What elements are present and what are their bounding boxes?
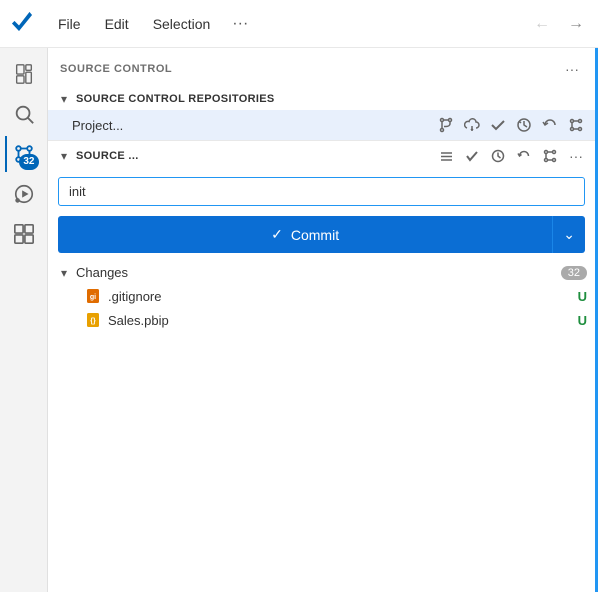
explorer-icon[interactable] [6,56,42,92]
svg-text:{}: {} [90,318,96,325]
commit-button-label: Commit [291,227,339,243]
extensions-activity-icon[interactable] [6,216,42,252]
run-activity-icon[interactable] [6,176,42,212]
commit-message-input[interactable] [58,177,585,206]
refresh-icon[interactable] [539,114,561,136]
changes-label: Changes [76,265,557,280]
commit-checkmark-icon: ✓ [271,226,283,243]
vscode-logo [8,8,40,40]
source-section-label: SOURCE ... [76,150,431,162]
source-history-icon[interactable] [487,145,509,167]
forward-button[interactable]: → [562,10,590,38]
check-icon[interactable] [487,114,509,136]
activity-bar: 32 [0,48,48,592]
menu-selection[interactable]: Selection [143,12,221,36]
salespbip-filename: Sales.pbip [108,313,572,328]
commit-dropdown-button[interactable]: ⌄ [552,216,585,253]
history-icon[interactable] [513,114,535,136]
source-control-panel: SOURCE CONTROL ··· ▾ SOURCE CONTROL REPO… [48,48,598,592]
gitignore-file-icon: gi [84,287,102,305]
source-more-icon[interactable]: ··· [565,145,587,167]
changes-count-badge: 32 [561,266,587,280]
changes-chevron-icon: ▾ [56,266,72,280]
file-item-salespbip[interactable]: {} Sales.pbip U [48,308,595,332]
source-control-badge: 32 [19,154,38,170]
graph-icon[interactable] [565,114,587,136]
search-activity-icon[interactable] [6,96,42,132]
gitignore-filename: .gitignore [108,289,572,304]
source-control-activity-icon[interactable]: 32 [5,136,41,172]
repo-row: Project... [48,110,595,140]
branch-icon[interactable] [435,114,457,136]
gitignore-status: U [578,289,587,304]
repositories-label: SOURCE CONTROL REPOSITORIES [76,93,587,105]
repo-name: Project... [72,118,429,133]
menu-edit[interactable]: Edit [95,12,139,36]
commit-button[interactable]: ✓ Commit [58,216,552,253]
source-chevron-icon: ▾ [56,149,72,163]
repo-actions [435,114,587,136]
panel-more-button[interactable]: ··· [561,58,583,80]
svg-text:gi: gi [90,294,96,301]
pbip-file-icon: {} [84,311,102,329]
repos-chevron-icon: ▾ [56,92,72,106]
source-check-icon[interactable] [461,145,483,167]
source-refresh-icon[interactable] [513,145,535,167]
menu-more[interactable]: ··· [224,11,256,37]
commit-input-area [48,171,595,212]
titlebar: File Edit Selection ··· ← → [0,0,598,48]
changes-section-header[interactable]: ▾ Changes 32 [48,261,595,284]
source-graph-icon[interactable] [539,145,561,167]
main-area: 32 SOURCE CONTROL ··· [0,48,598,592]
repositories-section-header[interactable]: ▾ SOURCE CONTROL REPOSITORIES [48,88,595,110]
source-list-icon[interactable] [435,145,457,167]
file-item-gitignore[interactable]: gi .gitignore U [48,284,595,308]
commit-button-row: ✓ Commit ⌄ [48,212,595,261]
titlebar-right: ← → [528,10,590,38]
menu-file[interactable]: File [48,12,91,36]
back-button[interactable]: ← [528,10,556,38]
panel-title: SOURCE CONTROL [60,63,553,75]
salespbip-status: U [578,313,587,328]
panel-header: SOURCE CONTROL ··· [48,48,595,88]
cloud-icon[interactable] [461,114,483,136]
source-section-header[interactable]: ▾ SOURCE ... [48,140,595,171]
